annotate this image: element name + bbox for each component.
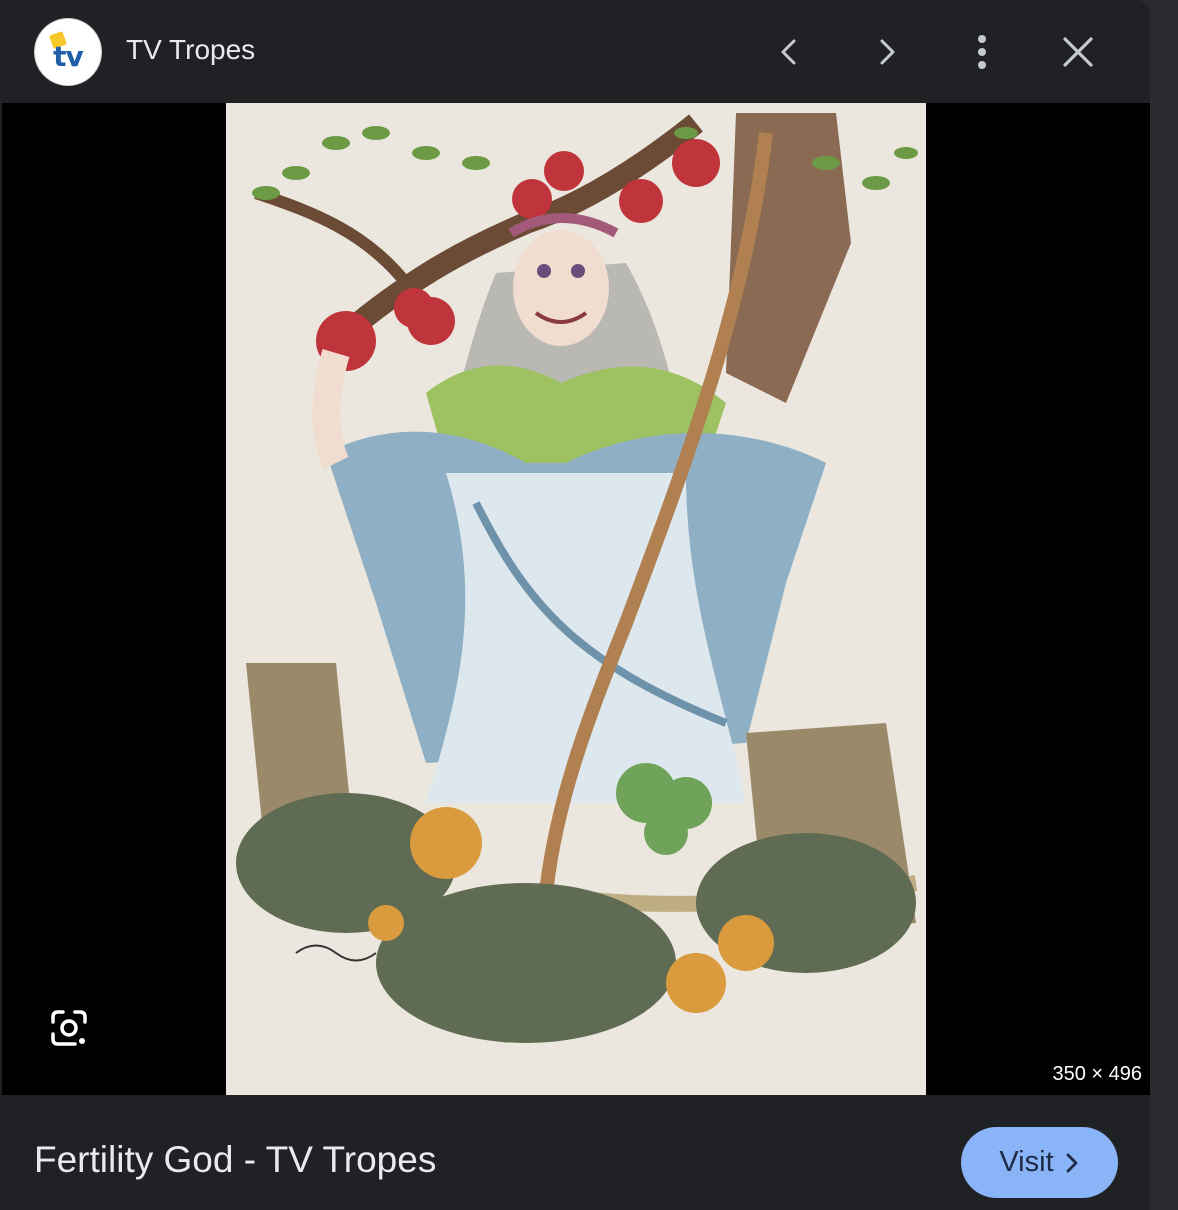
preview-header: tv TV Tropes — [0, 0, 1150, 103]
visit-button[interactable]: Visit — [961, 1127, 1118, 1198]
chevron-left-icon — [781, 39, 796, 65]
previous-image-button[interactable] — [762, 24, 818, 80]
more-options-button[interactable] — [954, 24, 1010, 80]
logo-text: tv — [53, 39, 84, 73]
next-image-button[interactable] — [858, 24, 914, 80]
site-logo[interactable]: tv — [35, 19, 101, 85]
preview-footer: Fertility God - TV Tropes Visit — [0, 1095, 1150, 1210]
visit-label: Visit — [999, 1146, 1054, 1178]
close-button[interactable] — [1050, 24, 1106, 80]
chevron-right-icon — [880, 39, 895, 65]
fertility-goddess-illustration — [226, 103, 926, 1095]
chevron-right-icon — [1066, 1153, 1078, 1172]
image-viewer: 350 × 496 — [2, 103, 1150, 1095]
google-lens-button[interactable] — [46, 1005, 92, 1051]
image-preview-panel: tv TV Tropes 350 × 496 Fertility God - T… — [0, 0, 1150, 1210]
google-lens-icon — [51, 1010, 87, 1046]
close-icon — [1063, 37, 1093, 67]
preview-image[interactable] — [226, 103, 926, 1095]
site-name[interactable]: TV Tropes — [126, 34, 255, 66]
more-vert-icon — [978, 35, 986, 69]
image-dimensions: 350 × 496 — [1052, 1063, 1142, 1085]
image-title-link[interactable]: Fertility God - TV Tropes — [34, 1139, 436, 1181]
